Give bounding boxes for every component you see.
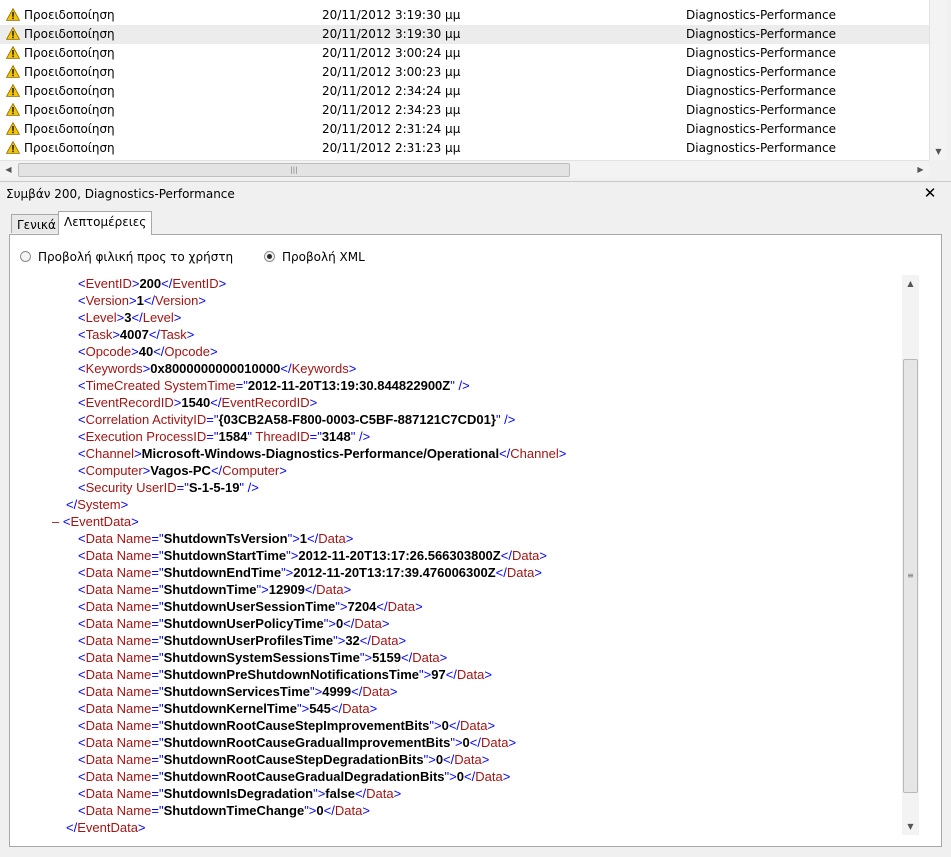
xml-data-item: <Data Name="ShutdownIsDegradation">false… — [78, 786, 402, 801]
xml-element-correlation: <Correlation ActivityID="{03CB2A58-F800-… — [78, 412, 516, 427]
event-detail-title: Συμβάν 200, Diagnostics-Performance — [6, 187, 235, 201]
warning-icon — [6, 84, 20, 97]
xml-element-security: <Security UserID="S-1-5-19" /> — [78, 480, 259, 495]
warning-icon — [6, 141, 20, 154]
event-datetime: 20/11/2012 2:31:24 μμ — [322, 122, 461, 136]
event-source: Diagnostics-Performance — [686, 84, 837, 98]
event-source: Diagnostics-Performance — [686, 141, 837, 155]
xml-element-keywords: <Keywords>0x8000000000010000</Keywords> — [78, 361, 357, 376]
horizontal-scroll-thumb[interactable]: ||| — [18, 163, 570, 177]
event-row[interactable]: Προειδοποίηση 20/11/2012 3:00:23 μμ Diagno… — [0, 63, 929, 82]
event-row[interactable]: Προειδοποίηση 20/11/2012 2:34:24 μμ Diagno… — [0, 82, 929, 101]
xml-element-computer: <Computer>Vagos-PC</Computer> — [78, 463, 287, 478]
xml-data-item: <Data Name="ShutdownUserSessionTime">720… — [78, 599, 423, 614]
event-level: Προειδοποίηση — [24, 46, 115, 60]
warning-icon — [6, 46, 20, 59]
xml-data-item: <Data Name="ShutdownRootCauseGradualDegr… — [78, 769, 511, 784]
event-level: Προειδοποίηση — [24, 84, 115, 98]
xml-element-timecreated: <TimeCreated SystemTime="2012-11-20T13:1… — [78, 378, 470, 393]
event-level: Προειδοποίηση — [24, 141, 115, 155]
event-list[interactable]: Προειδοποίηση 20/11/2012 3:19:30 μμ Diagno… — [0, 0, 947, 160]
radio-circle-icon[interactable] — [20, 251, 31, 262]
xml-data-item: <Data Name="ShutdownStartTime">2012-11-2… — [78, 548, 548, 563]
event-row[interactable]: Προειδοποίηση 20/11/2012 3:19:30 μμ Diagno… — [0, 25, 929, 44]
event-source: Diagnostics-Performance — [686, 46, 837, 60]
xml-element-level: <Level>3</Level> — [78, 310, 182, 325]
radio-circle-selected-icon[interactable] — [264, 251, 275, 262]
tab-general[interactable]: Γενικά — [11, 214, 62, 233]
xml-data-item: <Data Name="ShutdownTime">12909</Data> — [78, 582, 352, 597]
xml-data-item: <Data Name="ShutdownSystemSessionsTime">… — [78, 650, 448, 665]
event-level: Προειδοποίηση — [24, 27, 115, 41]
xml-data-item: <Data Name="ShutdownRootCauseStepImprove… — [78, 718, 496, 733]
friendly-view-radio[interactable]: Προβολή φιλική προς το χρήστη — [20, 250, 240, 264]
event-row[interactable]: Προειδοποίηση 20/11/2012 2:31:23 μμ Diagno… — [0, 139, 929, 158]
event-level: Προειδοποίηση — [24, 122, 115, 136]
warning-icon — [6, 122, 20, 135]
xml-data-item: <Data Name="ShutdownPreShutdownNotificat… — [78, 667, 492, 682]
event-source: Diagnostics-Performance — [686, 27, 837, 41]
event-list-vertical-scrollbar[interactable]: ▼ — [929, 0, 947, 160]
scroll-down-arrow-icon[interactable]: ▼ — [930, 143, 947, 160]
scroll-left-arrow-icon[interactable]: ◀ — [0, 161, 17, 178]
event-list-horizontal-scrollbar[interactable]: ◀ ||| ▶ — [0, 160, 929, 178]
xml-eventdata-open: – <EventData> — [52, 514, 139, 529]
event-source: Diagnostics-Performance — [686, 103, 837, 117]
xml-scroll-thumb[interactable]: ≡ — [903, 359, 918, 793]
xml-element-eventid: <EventID>200</EventID> — [78, 276, 227, 291]
warning-icon — [6, 27, 20, 40]
xml-vertical-scrollbar[interactable]: ▲ ≡ ▼ — [902, 275, 919, 835]
close-icon[interactable]: ✕ — [922, 184, 938, 202]
xml-data-item: <Data Name="ShutdownServicesTime">4999</… — [78, 684, 398, 699]
event-level: Προειδοποίηση — [24, 103, 115, 117]
xml-data-item: <Data Name="ShutdownUserPolicyTime">0</D… — [78, 616, 390, 631]
xml-element-execution: <Execution ProcessID="1584" ThreadID="31… — [78, 429, 371, 444]
event-source: Diagnostics-Performance — [686, 65, 837, 79]
event-datetime: 20/11/2012 2:31:23 μμ — [322, 141, 461, 155]
event-datetime: 20/11/2012 3:00:23 μμ — [322, 65, 461, 79]
xml-view-label: Προβολή XML — [282, 250, 365, 264]
warning-icon — [6, 103, 20, 116]
event-row[interactable]: Προειδοποίηση 20/11/2012 3:00:24 μμ Diagno… — [0, 44, 929, 63]
xml-element-channel: <Channel>Microsoft-Windows-Diagnostics-P… — [78, 446, 567, 461]
event-datetime: 20/11/2012 2:34:24 μμ — [322, 84, 461, 98]
warning-icon — [6, 65, 20, 78]
xml-view[interactable]: <EventID>200</EventID> <Version>1</Versio… — [28, 275, 902, 835]
xml-element-opcode: <Opcode>40</Opcode> — [78, 344, 218, 359]
event-datetime: 20/11/2012 2:34:23 μμ — [322, 103, 461, 117]
xml-system-close: </System> — [66, 497, 129, 512]
xml-data-item: <Data Name="ShutdownKernelTime">545</Dat… — [78, 701, 378, 716]
event-row[interactable]: Προειδοποίηση 20/11/2012 2:34:23 μμ Diagno… — [0, 101, 929, 120]
xml-eventdata-close: </EventData> — [66, 820, 146, 835]
scroll-right-arrow-icon[interactable]: ▶ — [912, 161, 929, 178]
event-level: Προειδοποίηση — [24, 8, 115, 22]
event-source: Diagnostics-Performance — [686, 122, 837, 136]
xml-data-item: <Data Name="ShutdownTsVersion">1</Data> — [78, 531, 354, 546]
event-row[interactable]: Προειδοποίηση 20/11/2012 2:31:24 μμ Diagno… — [0, 120, 929, 139]
event-datetime: 20/11/2012 3:00:24 μμ — [322, 46, 461, 60]
xml-data-item: <Data Name="ShutdownEndTime">2012-11-20T… — [78, 565, 542, 580]
event-row[interactable]: Προειδοποίηση 20/11/2012 3:19:30 μμ Diagno… — [0, 6, 929, 25]
xml-element-task: <Task>4007</Task> — [78, 327, 195, 342]
xml-view-radio[interactable]: Προβολή XML — [264, 250, 384, 264]
xml-data-item: <Data Name="ShutdownRootCauseStepDegrada… — [78, 752, 490, 767]
scroll-down-arrow-icon[interactable]: ▼ — [902, 818, 919, 835]
xml-data-item: <Data Name="ShutdownTimeChange">0</Data> — [78, 803, 370, 818]
xml-element-eventrecordid: <EventRecordID>1540</EventRecordID> — [78, 395, 318, 410]
scroll-up-arrow-icon[interactable]: ▲ — [902, 275, 919, 292]
event-detail-header: Συμβάν 200, Diagnostics-Performance ✕ — [0, 181, 951, 206]
event-source: Diagnostics-Performance — [686, 8, 837, 22]
event-datetime: 20/11/2012 3:19:30 μμ — [322, 8, 461, 22]
event-level: Προειδοποίηση — [24, 65, 115, 79]
xml-data-item: <Data Name="ShutdownUserProfilesTime">32… — [78, 633, 407, 648]
tab-details[interactable]: Λεπτομέρειες — [58, 211, 153, 235]
warning-icon — [6, 8, 20, 21]
xml-element-version: <Version>1</Version> — [78, 293, 206, 308]
xml-data-item: <Data Name="ShutdownRootCauseGradualImpr… — [78, 735, 517, 750]
friendly-view-label: Προβολή φιλική προς το χρήστη — [38, 250, 234, 264]
event-datetime: 20/11/2012 3:19:30 μμ — [322, 27, 461, 41]
